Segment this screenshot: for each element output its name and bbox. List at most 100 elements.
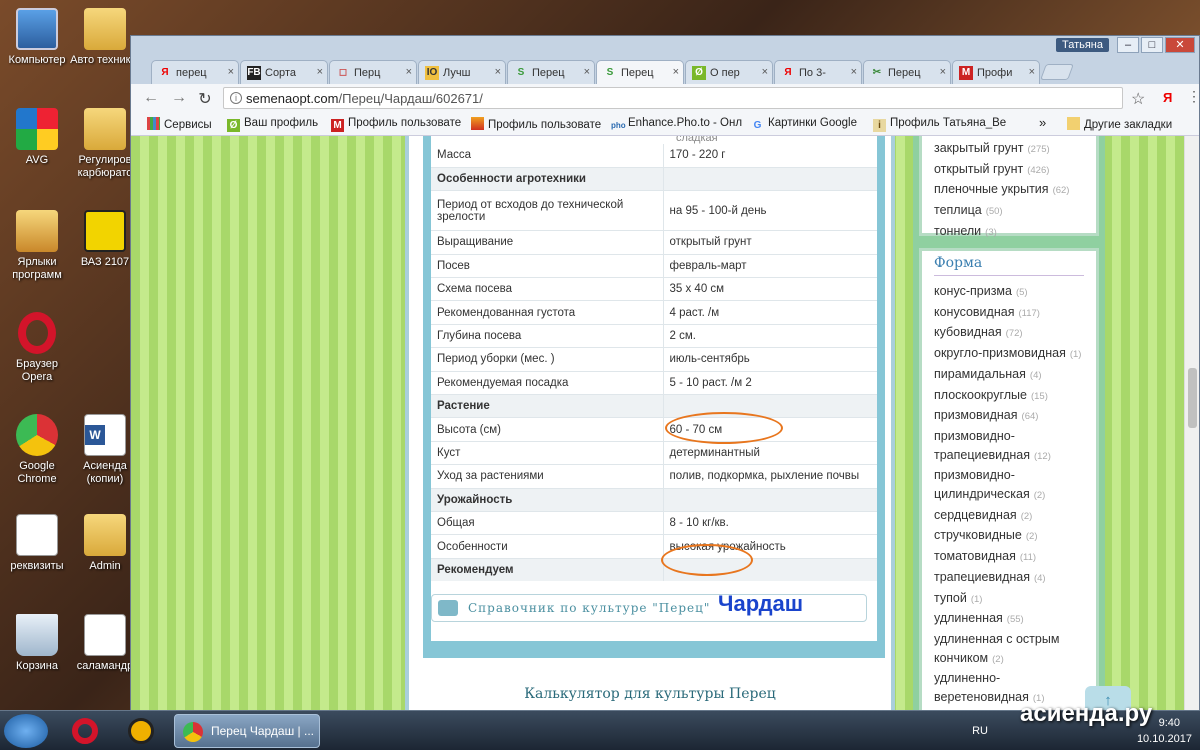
folder-icon <box>84 108 126 150</box>
filter-label: пирамидальная <box>934 366 1026 381</box>
start-button[interactable] <box>4 714 48 748</box>
tab-6-active[interactable]: S Перец × <box>596 60 684 85</box>
sidebar-filter-item[interactable]: кубовидная (72) <box>934 323 1096 344</box>
calculator-title[interactable]: Калькулятор для культуры Перец <box>409 686 891 702</box>
sidebar-filter-item[interactable]: пленочные укрытия (62) <box>934 180 1096 201</box>
taskbar-opera[interactable] <box>60 714 110 748</box>
tab-2[interactable]: FB Сорта × <box>240 60 328 84</box>
tab-4[interactable]: IO Лучш × <box>418 60 506 84</box>
tab-close-icon[interactable]: × <box>406 66 412 78</box>
bookmark-user-profile-2[interactable]: Профиль пользовате <box>471 117 601 131</box>
cut-off-row: сладкая <box>431 136 877 144</box>
sidebar-forma-box: Форма конус-призма (5) конусовидная (117) ку… <box>919 248 1099 711</box>
spec-name: Выращивание <box>431 230 664 255</box>
reload-icon[interactable]: ↻ <box>195 89 215 109</box>
specs-row: Выращивание открытый грунт <box>431 230 877 255</box>
tab-close-icon[interactable]: × <box>317 66 323 78</box>
bookmark-other[interactable]: Другие закладки <box>1067 117 1172 131</box>
sidebar-filter-item[interactable]: призмовидная (64) <box>934 406 1096 427</box>
bookmarks-overflow[interactable]: » <box>1039 115 1046 130</box>
sidebar-filter-item[interactable]: открытый грунт (426) <box>934 160 1096 181</box>
title-bar: Татьяна – □ ✕ <box>131 36 1199 56</box>
sidebar-filter-item[interactable]: округло-призмовидная (1) <box>934 344 1096 365</box>
sidebar-filter-item[interactable]: конусовидная (117) <box>934 303 1096 324</box>
user-badge[interactable]: Татьяна <box>1055 38 1109 52</box>
tab-close-icon[interactable]: × <box>851 66 857 78</box>
sidebar-filter-item[interactable]: пирамидальная (4) <box>934 365 1096 386</box>
tab-3[interactable]: ◻ Перц × <box>329 60 417 84</box>
sidebar-filter-item[interactable]: стручковидные (2) <box>934 526 1096 547</box>
tab-1[interactable]: Яперец × <box>151 60 239 84</box>
scrollbar-thumb[interactable] <box>1188 368 1197 428</box>
desktop-icon-recycle-bin[interactable]: Корзина <box>0 614 74 673</box>
clock-date[interactable]: 10.10.2017 <box>1137 733 1192 745</box>
yandex-extension-icon[interactable]: Я <box>1163 90 1172 105</box>
spec-value: полив, подкормка, рыхление почвы <box>663 464 877 489</box>
bookmark-enhance-photo[interactable]: pho Enhance.Pho.to - Онл <box>611 117 742 132</box>
desktop-icon-rekvizity[interactable]: реквизиты <box>0 514 74 573</box>
sidebar-filter-item[interactable]: закрытый грунт (275) <box>934 139 1096 160</box>
tab-8[interactable]: Я По 3- × <box>774 60 862 84</box>
tab-close-icon[interactable]: × <box>495 66 501 78</box>
minimize-button[interactable]: – <box>1117 37 1139 53</box>
page-scrollbar[interactable] <box>1184 136 1199 711</box>
filter-label: тупой <box>934 590 967 605</box>
sidebar-filter-item[interactable]: плоскоокруглые (15) <box>934 386 1096 407</box>
sidebar-filter-item[interactable]: удлиненная с острым кончиком (2) <box>934 630 1096 669</box>
sidebar-filter-item[interactable]: удлиненная (55) <box>934 609 1096 630</box>
close-button[interactable]: ✕ <box>1165 37 1195 53</box>
sidebar-filter-item[interactable]: теплица (50) <box>934 201 1096 222</box>
tab-10[interactable]: M Профи × <box>952 60 1040 84</box>
language-indicator[interactable]: RU <box>972 725 988 737</box>
tab-5[interactable]: S Перец × <box>507 60 595 84</box>
bookmark-services[interactable]: Сервисы <box>147 117 212 131</box>
tab-9[interactable]: ✂ Перец × <box>863 60 951 84</box>
filter-count: (64) <box>1021 411 1039 423</box>
tab-7[interactable]: Ø О пер × <box>685 60 773 84</box>
sidebar-filter-item[interactable]: тупой (1) <box>934 589 1096 610</box>
back-arrow-icon[interactable]: ← <box>141 89 161 107</box>
sidebar: закрытый грунт (275) открытый грунт (426) пл… <box>913 136 1105 711</box>
spec-value: 5 - 10 раст. /м 2 <box>663 371 877 396</box>
maximize-button[interactable]: □ <box>1141 37 1163 53</box>
tab-close-icon[interactable]: × <box>673 66 679 78</box>
sidebar-filter-item[interactable]: сердцевидная (2) <box>934 506 1096 527</box>
sidebar-filter-item[interactable]: тоннели (3) <box>934 222 1096 243</box>
clock-time[interactable]: 9:40 <box>1159 717 1180 729</box>
bookmark-user-profile-1[interactable]: M Профиль пользовате <box>331 117 461 132</box>
desktop-icon-computer[interactable]: Компьютер <box>0 8 74 67</box>
forward-arrow-icon[interactable]: → <box>169 89 189 107</box>
profile-icon: i <box>873 119 886 132</box>
url-input[interactable]: i semenaopt.com/Перец/Чардаш/602671/ <box>223 87 1123 109</box>
sidebar-filter-item[interactable]: трапециевидная (4) <box>934 568 1096 589</box>
filter-count: (1) <box>1069 349 1082 361</box>
tab-close-icon[interactable]: × <box>584 66 590 78</box>
desktop-icon-shortcuts[interactable]: Ярлыки программ <box>0 210 74 282</box>
spec-value: открытый грунт <box>663 230 877 255</box>
bookmark-profile[interactable]: Ø Ваш профиль <box>227 117 318 132</box>
sidebar-filter-item[interactable]: призмовидно-трапециевидная (12) <box>934 427 1096 466</box>
tab-close-icon[interactable]: × <box>228 66 234 78</box>
tab-close-icon[interactable]: × <box>1029 66 1035 78</box>
bookmark-google-images[interactable]: G Картинки Google <box>751 117 857 132</box>
tab-close-icon[interactable]: × <box>940 66 946 78</box>
desktop-icon-chrome[interactable]: Google Chrome <box>0 414 74 486</box>
sidebar-filter-item[interactable]: конус-призма (5) <box>934 282 1096 303</box>
filter-count: (2) <box>1033 490 1046 502</box>
desktop-icon-avg[interactable]: AVG <box>0 108 74 167</box>
tab-label: Сорта <box>265 66 296 79</box>
menu-icon[interactable]: ⋮ <box>1187 88 1200 105</box>
sidebar-grunt-box: закрытый грунт (275) открытый грунт (426) пл… <box>919 136 1099 238</box>
filter-label: сердцевидная <box>934 507 1017 522</box>
bookmark-tatyana-profile[interactable]: i Профиль Татьяна_Ве <box>873 117 1006 132</box>
reference-guide-button[interactable]: Справочник по культуре "Перец" Чардаш <box>431 591 867 622</box>
bookmark-star-icon[interactable]: ☆ <box>1131 89 1145 109</box>
info-icon[interactable]: i <box>230 92 242 104</box>
desktop-icon-opera[interactable]: Браузер Opera <box>0 312 74 384</box>
taskbar-chrome-task[interactable]: Перец Чардаш | ... <box>174 714 320 748</box>
new-tab-button[interactable] <box>1040 64 1074 80</box>
taskbar-app[interactable] <box>116 714 166 748</box>
tab-close-icon[interactable]: × <box>762 66 768 78</box>
sidebar-filter-item[interactable]: томатовидная (11) <box>934 547 1096 568</box>
sidebar-filter-item[interactable]: призмовидно-цилиндрическая (2) <box>934 466 1096 505</box>
